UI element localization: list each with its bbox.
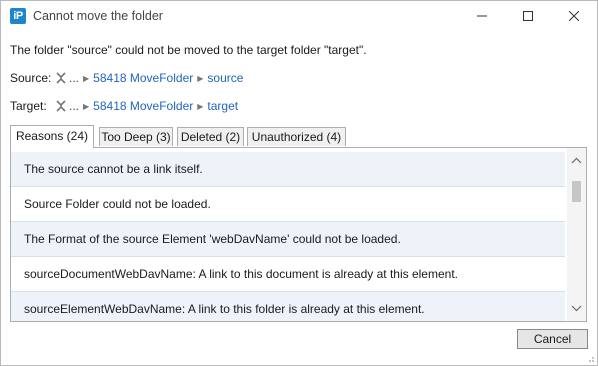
list-item[interactable]: The source cannot be a link itself. [11, 152, 565, 187]
reasons-rows: The source cannot be a link itself. Sour… [11, 152, 565, 321]
scroll-down-icon[interactable] [571, 303, 582, 313]
list-item[interactable]: sourceDocumentWebDavName: A link to this… [11, 257, 565, 292]
close-icon [569, 11, 579, 21]
list-item[interactable]: Source Folder could not be loaded. [11, 187, 565, 222]
dialog-window: iP Cannot move the folder The folder "so… [0, 0, 598, 366]
root-location-icon[interactable] [55, 72, 67, 84]
list-item[interactable]: sourceElementWebDavName: A link to this … [11, 292, 565, 321]
resize-grip-icon[interactable] [585, 353, 595, 363]
vertical-scrollbar[interactable] [567, 148, 586, 321]
source-label: Source: [10, 71, 52, 85]
minimize-button[interactable] [459, 1, 505, 32]
source-path-row: Source: ... ▶ 58418 MoveFolder ▶ source [10, 70, 247, 86]
title-bar[interactable]: iP Cannot move the folder [1, 1, 597, 32]
minimize-icon [477, 15, 487, 17]
scroll-thumb[interactable] [572, 181, 581, 202]
path-ellipsis[interactable]: ... [69, 71, 79, 85]
app-icon: iP [10, 8, 26, 24]
target-label: Target: [10, 99, 47, 113]
list-item[interactable]: The Format of the source Element 'webDav… [11, 222, 565, 257]
tab-unauthorized[interactable]: Unauthorized (4) [247, 127, 346, 146]
window-title: Cannot move the folder [33, 9, 163, 23]
root-location-icon[interactable] [55, 100, 67, 112]
maximize-button[interactable] [505, 1, 551, 32]
scroll-up-icon[interactable] [571, 156, 582, 166]
target-path-row: Target: ... ▶ 58418 MoveFolder ▶ target [10, 98, 242, 114]
source-crumb-folder[interactable]: source [207, 71, 243, 85]
reasons-list[interactable]: The source cannot be a link itself. Sour… [10, 147, 587, 322]
path-ellipsis[interactable]: ... [69, 99, 79, 113]
path-separator-icon: ▶ [197, 101, 204, 111]
maximize-icon [523, 11, 533, 21]
path-separator-icon: ▶ [83, 101, 90, 111]
target-crumb-folder[interactable]: target [207, 99, 238, 113]
source-crumb-parent[interactable]: 58418 MoveFolder [93, 71, 193, 85]
tab-deleted[interactable]: Deleted (2) [177, 127, 244, 146]
tab-too-deep[interactable]: Too Deep (3) [99, 127, 173, 146]
error-message: The folder "source" could not be moved t… [10, 43, 367, 57]
path-separator-icon: ▶ [197, 73, 204, 83]
tab-reasons[interactable]: Reasons (24) [10, 125, 94, 148]
path-separator-icon: ▶ [83, 73, 90, 83]
close-button[interactable] [551, 1, 597, 32]
target-crumb-parent[interactable]: 58418 MoveFolder [93, 99, 193, 113]
cancel-button[interactable]: Cancel [517, 329, 588, 349]
